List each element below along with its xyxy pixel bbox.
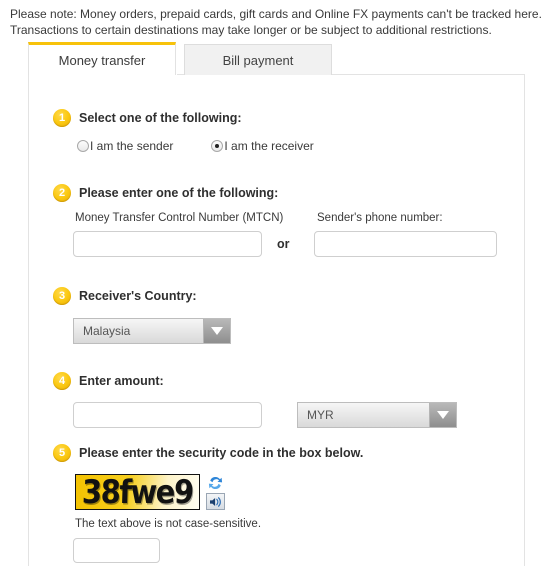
- currency-select[interactable]: MYR: [297, 402, 457, 428]
- step-3-title: Receiver's Country:: [79, 289, 197, 303]
- step-5-heading: 5 Please enter the security code in the …: [53, 444, 524, 462]
- captcha-area: 38fwe9: [75, 474, 524, 510]
- step-4-title: Enter amount:: [79, 374, 164, 388]
- captcha-image: 38fwe9: [75, 474, 200, 510]
- step-5-badge: 5: [53, 444, 71, 462]
- step-2-heading: 2 Please enter one of the following:: [53, 184, 524, 202]
- step-4: 4 Enter amount: MYR: [29, 372, 524, 432]
- chevron-down-icon[interactable]: [429, 403, 456, 427]
- note-line-1: Please note: Money orders, prepaid cards…: [10, 7, 542, 21]
- step-3: 3 Receiver's Country: Malaysia: [29, 287, 524, 344]
- country-select[interactable]: Malaysia: [73, 318, 231, 344]
- step-1-title: Select one of the following:: [79, 111, 242, 125]
- tab-bar: Money transfer Bill payment: [28, 42, 332, 75]
- step-3-badge: 3: [53, 287, 71, 305]
- amount-input[interactable]: [73, 402, 262, 428]
- security-code-input[interactable]: [73, 538, 160, 563]
- radio-receiver[interactable]: [211, 140, 224, 152]
- speaker-icon[interactable]: [206, 493, 225, 510]
- or-separator: or: [277, 237, 290, 251]
- radio-receiver-label: I am the receiver: [224, 139, 314, 153]
- refresh-icon[interactable]: [207, 474, 225, 491]
- captcha-text: 38fwe9: [81, 474, 194, 510]
- step-1-badge: 1: [53, 109, 71, 127]
- page-note: Please note: Money orders, prepaid cards…: [10, 6, 542, 38]
- currency-select-value: MYR: [307, 408, 334, 422]
- step-1-radio-group: I am the sender I am the receiver: [77, 139, 524, 153]
- step-2-badge: 2: [53, 184, 71, 202]
- country-select-value: Malaysia: [83, 324, 131, 338]
- tab-content-panel: 1 Select one of the following: I am the …: [28, 74, 525, 566]
- phone-input[interactable]: [314, 231, 497, 257]
- tab-money-transfer-label: Money transfer: [58, 52, 146, 68]
- note-line-2: Transactions to certain destinations may…: [10, 23, 492, 37]
- tab-bill-payment[interactable]: Bill payment: [184, 44, 332, 75]
- phone-label: Sender's phone number:: [317, 212, 443, 224]
- mtcn-label: Money Transfer Control Number (MTCN): [75, 212, 284, 224]
- step-4-badge: 4: [53, 372, 71, 390]
- step-4-fields: MYR: [29, 402, 524, 432]
- captcha-controls: [206, 474, 225, 510]
- step-5-title: Please enter the security code in the bo…: [79, 446, 364, 460]
- chevron-down-icon[interactable]: [203, 319, 230, 343]
- radio-receiver-dot: [215, 144, 220, 148]
- step-1-heading: 1 Select one of the following:: [53, 109, 524, 127]
- captcha-hint: The text above is not case-sensitive.: [75, 518, 262, 530]
- step-5: 5 Please enter the security code in the …: [29, 444, 524, 563]
- step-4-heading: 4 Enter amount:: [53, 372, 524, 390]
- step-1: 1 Select one of the following: I am the …: [29, 109, 524, 153]
- radio-sender[interactable]: [77, 140, 89, 152]
- radio-sender-label: I am the sender: [90, 139, 174, 153]
- step-2-fields: Money Transfer Control Number (MTCN) or …: [29, 212, 524, 268]
- step-2-title: Please enter one of the following:: [79, 186, 279, 200]
- tab-bill-payment-label: Bill payment: [222, 52, 294, 68]
- step-3-heading: 3 Receiver's Country:: [53, 287, 524, 305]
- tab-money-transfer[interactable]: Money transfer: [28, 42, 176, 75]
- step-2: 2 Please enter one of the following: Mon…: [29, 184, 524, 268]
- mtcn-input[interactable]: [73, 231, 262, 257]
